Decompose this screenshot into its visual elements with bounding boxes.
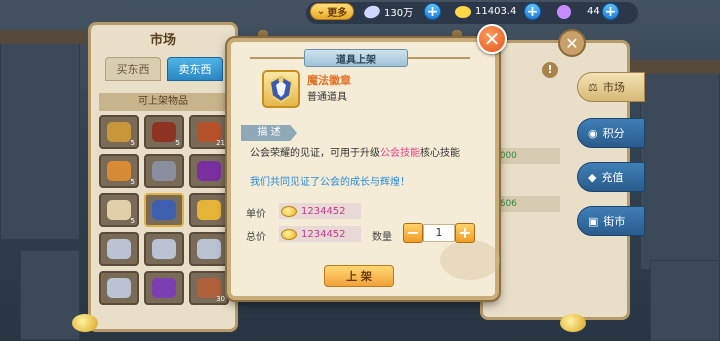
inventory-slot[interactable]: 5 bbox=[99, 115, 139, 149]
torch-icon bbox=[107, 161, 131, 181]
total-price-label: 总价 bbox=[246, 232, 266, 243]
inventory-slot[interactable]: 30 bbox=[189, 271, 229, 305]
gold-ingot-icon bbox=[281, 205, 297, 217]
inventory-slot[interactable]: 5 bbox=[144, 115, 184, 149]
market-panel: 市场 买东西 卖东西 可上架物品 5 5 21 5 5 30 bbox=[88, 22, 238, 332]
close-icon: ✕ bbox=[565, 33, 579, 53]
market-title: 市场 bbox=[149, 33, 176, 48]
inventory-slot[interactable]: 5 bbox=[99, 193, 139, 227]
item-description: 公会荣耀的见证，可用于升级公会技能核心技能 bbox=[250, 148, 460, 159]
gold-ingot-icon bbox=[281, 228, 297, 240]
coin-icon: ◉ bbox=[588, 126, 598, 140]
chevron-down-icon: ⌄ bbox=[316, 6, 326, 17]
inventory-slot[interactable] bbox=[144, 154, 184, 188]
inventory-slot[interactable] bbox=[144, 271, 184, 305]
magic-badge-icon bbox=[268, 74, 294, 104]
egg-icon bbox=[107, 239, 131, 259]
close-icon: ✕ bbox=[483, 27, 501, 51]
title-ornament bbox=[250, 57, 304, 59]
tab-buy[interactable]: 买东西 bbox=[105, 57, 161, 81]
cloud-decoration bbox=[440, 240, 500, 280]
gem-icon bbox=[557, 4, 571, 19]
egg-icon bbox=[107, 278, 131, 298]
gold-ingot-icon bbox=[455, 5, 471, 18]
egg-icon bbox=[152, 239, 176, 259]
list-item-button[interactable]: 上 架 bbox=[324, 265, 394, 287]
unit-price-field: 1234452 bbox=[279, 203, 361, 219]
sidebar-item-street-market[interactable]: ▣ 街市 bbox=[577, 206, 645, 236]
diamond-icon: ◆ bbox=[588, 170, 597, 184]
item-count: 30 bbox=[216, 295, 225, 303]
item-description-flavor: 我们共同见证了公会的成长与辉煌！ bbox=[250, 177, 410, 188]
inventory-slot[interactable] bbox=[144, 193, 184, 227]
ring-icon bbox=[152, 161, 176, 181]
info-icon[interactable]: ! bbox=[542, 62, 558, 78]
coin-pile-decoration bbox=[560, 314, 586, 332]
dialog-title: 道具上架 bbox=[304, 49, 408, 67]
unit-price-label: 单价 bbox=[246, 209, 266, 220]
purple-chest-icon bbox=[197, 161, 221, 181]
tab-sell[interactable]: 卖东西 bbox=[167, 57, 223, 81]
add-gem-button[interactable]: + bbox=[602, 3, 619, 20]
inventory-slot[interactable] bbox=[189, 193, 229, 227]
title-ornament bbox=[408, 57, 470, 59]
item-count: 5 bbox=[175, 139, 180, 147]
quantity-increase-button[interactable]: + bbox=[455, 223, 475, 243]
sidebar-item-points[interactable]: ◉ 积分 bbox=[577, 118, 645, 148]
add-gold-button[interactable]: + bbox=[524, 3, 541, 20]
close-market-button[interactable]: ✕ bbox=[558, 29, 586, 57]
inventory-slot[interactable] bbox=[189, 232, 229, 266]
meat-icon bbox=[152, 122, 176, 142]
item-type: 普通道具 bbox=[307, 92, 347, 103]
badge-icon bbox=[152, 200, 176, 220]
inventory-grid: 5 5 21 5 5 30 bbox=[99, 115, 229, 305]
item-name: 魔法徽章 bbox=[307, 74, 351, 87]
coin-pile-decoration bbox=[72, 314, 98, 332]
description-tag: 描 述 bbox=[241, 125, 297, 141]
total-price-field: 1234452 bbox=[279, 226, 361, 242]
scale-icon: ⚖ bbox=[588, 80, 598, 94]
silver-currency: 130万 bbox=[362, 3, 424, 20]
purple-book-icon bbox=[152, 278, 176, 298]
item-icon-frame bbox=[262, 70, 300, 108]
sidebar-item-market[interactable]: ⚖ 市场 bbox=[577, 72, 645, 102]
inventory-slot[interactable] bbox=[99, 271, 139, 305]
gold-trinket-icon bbox=[197, 200, 221, 220]
inventory-slot[interactable]: 5 bbox=[99, 154, 139, 188]
inventory-slot[interactable] bbox=[144, 232, 184, 266]
quantity-decrease-button[interactable]: − bbox=[403, 223, 423, 243]
sidebar-item-recharge[interactable]: ◆ 充值 bbox=[577, 162, 645, 192]
rolled-scroll-icon bbox=[107, 122, 131, 142]
sellable-items-title: 可上架物品 bbox=[99, 93, 227, 111]
item-count: 5 bbox=[130, 217, 135, 225]
more-button[interactable]: ⌄ 更多 bbox=[310, 3, 354, 20]
item-count: 21 bbox=[216, 139, 225, 147]
gold-currency: 11403.4 bbox=[455, 3, 516, 20]
horn-icon bbox=[107, 200, 131, 220]
dialog-close-button[interactable]: ✕ bbox=[477, 24, 507, 54]
inventory-slot[interactable] bbox=[189, 154, 229, 188]
quantity-label: 数量 bbox=[372, 232, 392, 243]
quantity-input[interactable]: 1 bbox=[423, 224, 455, 242]
egg-icon bbox=[197, 239, 221, 259]
shop-icon: ▣ bbox=[588, 214, 599, 228]
list-row: 0000 bbox=[490, 148, 560, 164]
inventory-slot[interactable] bbox=[99, 232, 139, 266]
item-count: 5 bbox=[130, 139, 135, 147]
item-count: 5 bbox=[130, 178, 135, 186]
silver-crystal-icon bbox=[362, 3, 382, 20]
inventory-slot[interactable]: 21 bbox=[189, 115, 229, 149]
list-row: 9606 bbox=[490, 196, 560, 212]
add-silver-button[interactable]: + bbox=[424, 3, 441, 20]
